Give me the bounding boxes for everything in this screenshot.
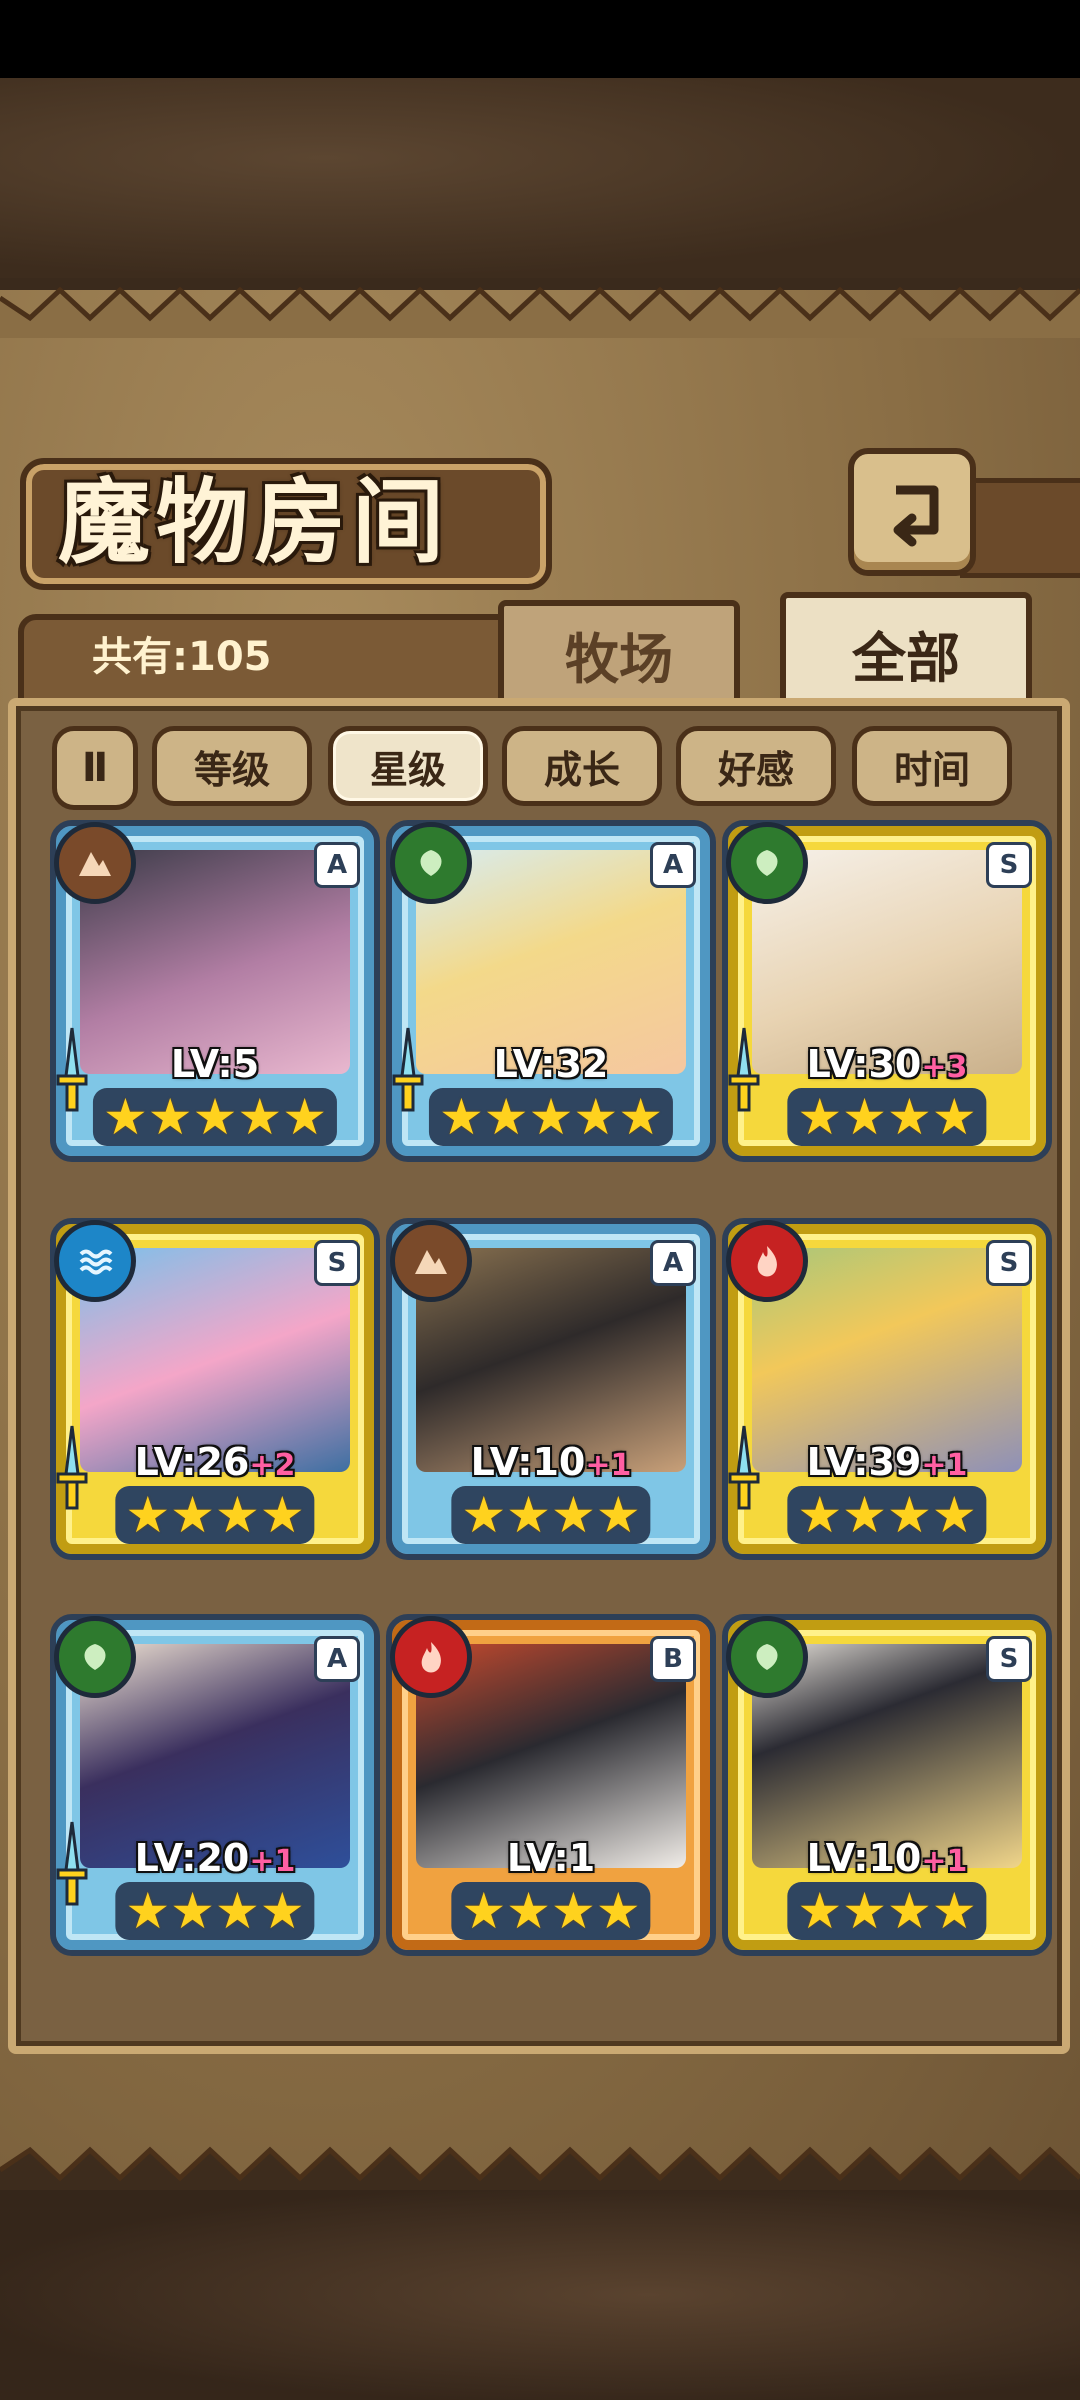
rank-badge: A bbox=[314, 842, 360, 888]
fire-element-icon bbox=[726, 1220, 808, 1302]
filter-time[interactable]: 时间 bbox=[852, 726, 1012, 806]
tab-all[interactable]: 全部 bbox=[780, 592, 1032, 708]
leaf-element-icon bbox=[54, 1616, 136, 1698]
rank-badge: A bbox=[314, 1636, 360, 1682]
rank-badge: S bbox=[986, 842, 1032, 888]
monster-level: LV:32 bbox=[493, 1042, 609, 1086]
star-rating: ★★★★ bbox=[787, 1486, 987, 1544]
star-rating: ★★★★ bbox=[787, 1088, 987, 1146]
star-rating: ★★★★ bbox=[115, 1486, 315, 1544]
rank-badge: A bbox=[650, 1240, 696, 1286]
earth-element-icon bbox=[390, 1220, 472, 1302]
rank-badge: S bbox=[986, 1636, 1032, 1682]
status-bar bbox=[0, 0, 1080, 78]
star-rating: ★★★★★ bbox=[428, 1088, 674, 1146]
background-map-top bbox=[0, 78, 1080, 278]
back-button[interactable] bbox=[848, 448, 976, 576]
star-rating: ★★★★ bbox=[451, 1486, 651, 1544]
monster-card[interactable]: S LV:39+1 ★★★★ bbox=[722, 1218, 1052, 1560]
monster-level: LV:10+1 bbox=[806, 1836, 968, 1880]
leaf-element-icon bbox=[726, 822, 808, 904]
monster-level: LV:10+1 bbox=[470, 1440, 632, 1484]
monster-level: LV:30+3 bbox=[806, 1042, 968, 1086]
monster-card[interactable]: A LV:20+1 ★★★★ bbox=[50, 1614, 380, 1956]
monster-card[interactable]: S LV:26+2 ★★★★ bbox=[50, 1218, 380, 1560]
zigzag-border-bottom bbox=[0, 2146, 1080, 2190]
star-rating: ★★★★ bbox=[451, 1882, 651, 1940]
return-arrow-icon bbox=[893, 485, 939, 547]
monster-level: LV:26+2 bbox=[134, 1440, 296, 1484]
filter-level[interactable]: 等级 bbox=[152, 726, 312, 806]
rank-badge: S bbox=[986, 1240, 1032, 1286]
monster-card[interactable]: S LV:30+3 ★★★★ bbox=[722, 820, 1052, 1162]
star-rating: ★★★★ bbox=[787, 1882, 987, 1940]
rank-badge: A bbox=[650, 842, 696, 888]
background-map-bottom bbox=[0, 2190, 1080, 2400]
tab-ranch[interactable]: 牧场 bbox=[498, 600, 740, 702]
star-rating: ★★★★ bbox=[115, 1882, 315, 1940]
leaf-element-icon bbox=[726, 1616, 808, 1698]
filter-stars[interactable]: 星级 bbox=[328, 726, 488, 806]
filter-growth[interactable]: 成长 bbox=[502, 726, 662, 806]
rank-badge: B bbox=[650, 1636, 696, 1682]
monster-card[interactable]: A LV:5 ★★★★★ bbox=[50, 820, 380, 1162]
collection-count: 共有:105 bbox=[92, 634, 272, 680]
page-title: 魔物房间 bbox=[58, 468, 451, 576]
monster-card[interactable]: A LV:32 ★★★★★ bbox=[386, 820, 716, 1162]
fire-element-icon bbox=[390, 1616, 472, 1698]
zigzag-border-top bbox=[0, 286, 1080, 338]
back-button-bar bbox=[960, 478, 1080, 578]
rank-badge: S bbox=[314, 1240, 360, 1286]
water-element-icon bbox=[54, 1220, 136, 1302]
monster-level: LV:1 bbox=[506, 1836, 596, 1880]
star-rating: ★★★★★ bbox=[92, 1088, 338, 1146]
sort-order-button[interactable]: Ⅱ bbox=[52, 726, 138, 810]
filter-affection[interactable]: 好感 bbox=[676, 726, 836, 806]
leaf-element-icon bbox=[390, 822, 472, 904]
monster-card[interactable]: A LV:10+1 ★★★★ bbox=[386, 1218, 716, 1560]
monster-card[interactable]: B LV:1 ★★★★ bbox=[386, 1614, 716, 1956]
monster-card[interactable]: S LV:10+1 ★★★★ bbox=[722, 1614, 1052, 1956]
monster-level: LV:5 bbox=[170, 1042, 260, 1086]
monster-level: LV:39+1 bbox=[806, 1440, 968, 1484]
earth-element-icon bbox=[54, 822, 136, 904]
monster-level: LV:20+1 bbox=[134, 1836, 296, 1880]
